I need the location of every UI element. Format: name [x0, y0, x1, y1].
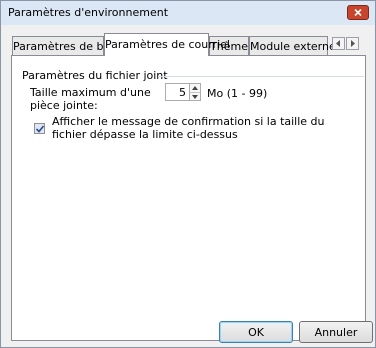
- max-size-input[interactable]: 5: [165, 83, 190, 101]
- ok-button[interactable]: OK: [219, 321, 293, 343]
- close-button[interactable]: [347, 5, 369, 20]
- tab-scroll-right-button[interactable]: [346, 37, 359, 50]
- cancel-button[interactable]: Annuler: [299, 321, 373, 343]
- tab-email-settings[interactable]: Paramètres de courriel: [104, 33, 230, 56]
- arrow-left-icon: [336, 40, 340, 47]
- confirm-checkbox-label: Afficher le message de confirmation si l…: [52, 115, 325, 141]
- attachment-group-label: Paramètres du fichier joint: [22, 69, 168, 82]
- chevron-down-icon: [192, 95, 198, 99]
- stepper-down-button[interactable]: [190, 93, 200, 101]
- confirm-checkbox[interactable]: [34, 123, 45, 134]
- tab-basic-settings[interactable]: Paramètres de base: [12, 36, 123, 55]
- max-size-unit: Mo (1 - 99): [207, 87, 268, 100]
- title-bar: Paramètres d'environnement: [1, 1, 375, 25]
- tab-label: Module externe: [250, 40, 336, 53]
- checkmark-icon: [36, 125, 44, 133]
- window-title: Paramètres d'environnement: [8, 6, 169, 19]
- close-icon: [354, 9, 362, 16]
- tab-label: Paramètres de courriel: [105, 38, 230, 51]
- chevron-up-icon: [192, 86, 198, 90]
- max-size-label: Taille maximum d'une pièce jointe:: [30, 86, 151, 112]
- settings-dialog: Paramètres d'environnement Paramètres de…: [0, 0, 376, 348]
- tab-plugins[interactable]: Module externe: [249, 36, 336, 55]
- max-size-stepper: [190, 83, 201, 101]
- group-divider: [158, 76, 364, 77]
- tab-scroll-left-button[interactable]: [332, 37, 345, 50]
- arrow-right-icon: [351, 40, 355, 47]
- stepper-up-button[interactable]: [190, 84, 200, 93]
